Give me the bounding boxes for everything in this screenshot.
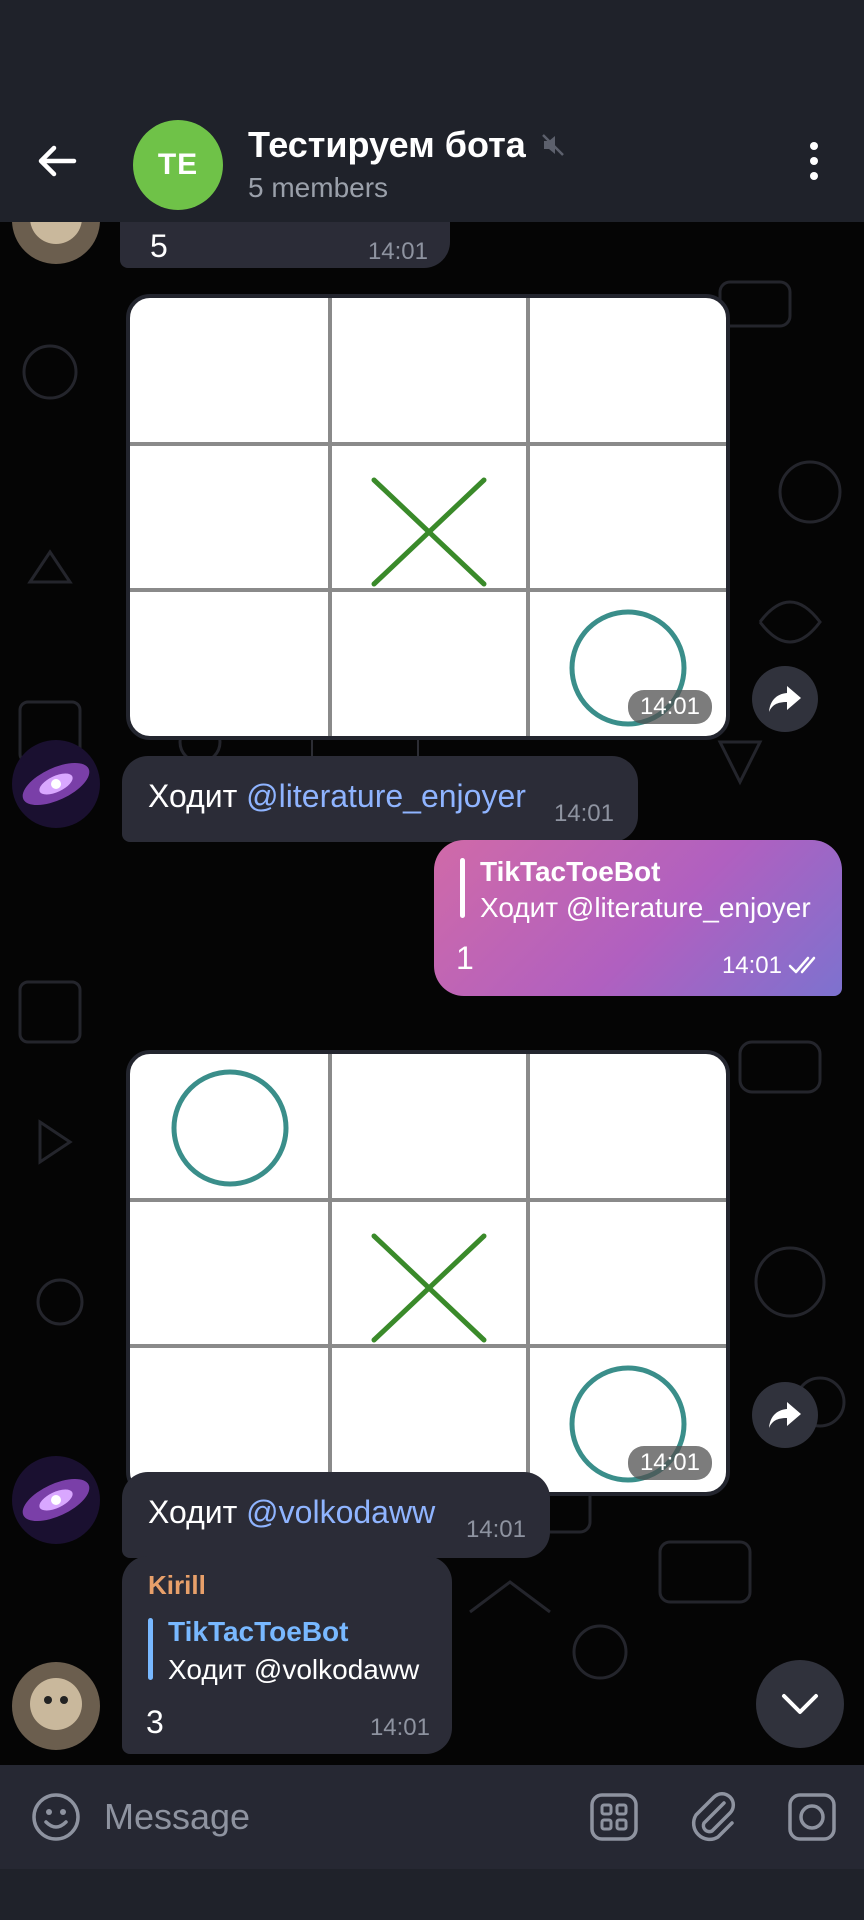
tictactoe-board-image-2[interactable]: 14:01	[126, 1050, 730, 1496]
chat-header: TE Тестируем бота 5 members	[0, 100, 864, 222]
message-bubble-4[interactable]: Kirill TikTacToeBot Ходит @volkodaww 3 1…	[122, 1556, 452, 1754]
avatar-kirill[interactable]	[12, 1662, 100, 1750]
system-nav-bar	[0, 1869, 864, 1920]
message-text: 1	[456, 940, 474, 976]
share-arrow-icon	[769, 1402, 801, 1428]
reply-quote-text: Ходит @literature_enjoyer	[480, 892, 811, 923]
attach-paperclip-icon[interactable]	[686, 1789, 740, 1845]
user-mention-link[interactable]: @literature_enjoyer	[246, 778, 526, 814]
reply-sender-name: TikTacToeBot	[168, 1616, 349, 1647]
message-time: 14:01	[553, 800, 614, 827]
forward-button-2[interactable]	[752, 1382, 818, 1448]
sender-name[interactable]: Kirill	[148, 1570, 206, 1601]
user-mention-link[interactable]: @volkodaww	[246, 1494, 435, 1530]
image-time: 14:01	[627, 1446, 712, 1480]
message-bubble-2[interactable]: Ходит @literature_enjoyer 14:01	[122, 756, 638, 842]
message-text: 5	[150, 228, 168, 264]
member-count: 5 members	[248, 172, 389, 203]
avatar-galaxy[interactable]	[12, 740, 100, 828]
reply-quote-bar	[148, 1618, 153, 1680]
board-grid	[130, 1054, 726, 1492]
scroll-to-bottom-button[interactable]	[756, 1660, 844, 1748]
bot-commands-icon[interactable]	[588, 1791, 640, 1843]
group-avatar[interactable]: TE	[133, 120, 223, 210]
avatar-galaxy[interactable]	[12, 1456, 100, 1544]
x-mark	[371, 477, 487, 587]
tictactoe-board-image-1[interactable]: 14:01	[126, 294, 730, 740]
muted-speaker-icon	[542, 134, 564, 156]
message-time: 14:01	[465, 1516, 526, 1543]
message-text: Ходит	[148, 778, 238, 814]
message-time: 14:01	[369, 1714, 430, 1741]
more-vertical-icon[interactable]	[800, 138, 828, 184]
message-time: 14:01	[367, 238, 428, 265]
chevron-down-icon	[782, 1694, 818, 1714]
message-time: 14:01	[721, 952, 782, 979]
share-arrow-icon	[769, 686, 801, 712]
o-mark	[171, 1069, 289, 1187]
message-bubble-1[interactable]: 5 14:01	[120, 222, 450, 268]
group-avatar-initials: TE	[157, 148, 199, 181]
board-grid	[130, 298, 726, 736]
reply-sender-name: TikTacToeBot	[480, 856, 661, 887]
back-arrow-icon[interactable]	[30, 134, 84, 188]
forward-button-1[interactable]	[752, 666, 818, 732]
own-message-bubble[interactable]: TikTacToeBot Ходит @literature_enjoyer 1…	[434, 840, 842, 996]
reply-quote-bar	[460, 858, 465, 918]
message-text: 3	[146, 1704, 164, 1740]
message-bubble-3[interactable]: Ходит @volkodaww 14:01	[122, 1472, 550, 1558]
image-time: 14:01	[627, 690, 712, 724]
message-text: Ходит	[148, 1494, 238, 1530]
emoji-icon[interactable]	[30, 1791, 82, 1843]
reply-quote-text: Ходит @volkodaww	[168, 1654, 420, 1685]
message-input[interactable]	[104, 1789, 554, 1845]
camera-icon[interactable]	[786, 1791, 838, 1843]
x-mark	[371, 1233, 487, 1343]
status-bar	[0, 0, 864, 100]
message-composer	[0, 1765, 864, 1869]
chat-area[interactable]: 5 14:01 14:01 Ходит @literature_enjoyer …	[0, 222, 864, 1765]
read-double-check-icon	[788, 956, 816, 974]
chat-title[interactable]: Тестируем бота	[248, 124, 526, 166]
